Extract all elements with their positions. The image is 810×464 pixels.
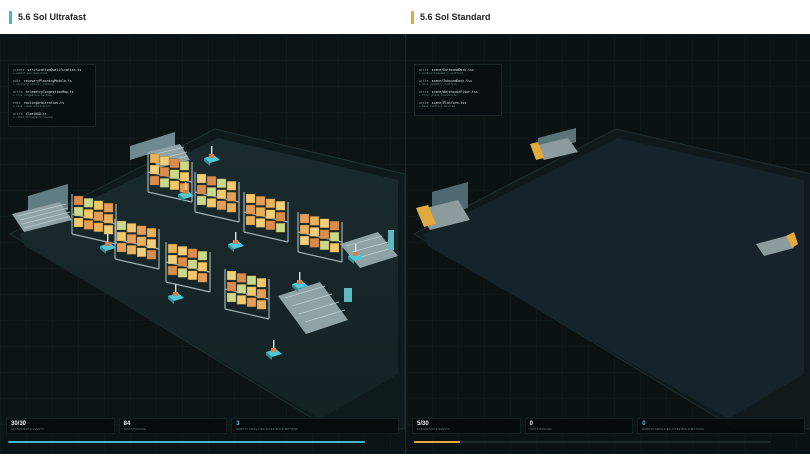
log-note: + dock geometry scaffold bbox=[419, 83, 457, 86]
log-entry: write scene/OutboundDock.tsx + outbound ge… bbox=[419, 68, 497, 75]
stat-tests-passing: 0 TESTS PASSING bbox=[524, 418, 634, 434]
accent-bar bbox=[9, 10, 12, 24]
log-entry: write scene/WarehouseFloor.tsx + floor pla… bbox=[419, 90, 497, 97]
log-note: + base platform mounted bbox=[419, 105, 455, 108]
log-entry: edit recoveryPlanningModule.ts + recovery … bbox=[13, 79, 91, 86]
log-note: + outbound geometry scaffold bbox=[419, 72, 463, 75]
log-entry: create verificationQualification.ts + subm… bbox=[13, 68, 91, 75]
log-note: + live congestion heatmap bbox=[13, 94, 53, 97]
panel-title: 5.6 Sol Ultrafast bbox=[18, 12, 87, 22]
stat-label: TESTS PASSING bbox=[123, 428, 146, 431]
stat-tests-passing: 84 TESTS PASSING bbox=[118, 418, 228, 434]
stat-value: 84 bbox=[123, 421, 131, 427]
log-note: + robot throughput counter bbox=[13, 116, 54, 119]
viewport-standard[interactable]: write scene/OutboundDock.tsx + outbound ge… bbox=[405, 34, 810, 454]
activity-log: write scene/OutboundDock.tsx + outbound ge… bbox=[414, 64, 502, 116]
stat-build-events: 30/30 SYSTEM BUILD EVENTS bbox=[6, 418, 115, 434]
accent-bar bbox=[411, 10, 414, 24]
panel-header-ultrafast: 5.6 Sol Ultrafast bbox=[9, 0, 86, 34]
panel-header-standard: 5.6 Sol Standard bbox=[411, 0, 491, 34]
stat-label: ROBOTS SIMULATED AFTER BUILD MOTIONS bbox=[642, 428, 704, 431]
stat-label: TESTS PASSING bbox=[529, 428, 552, 431]
stat-label: SYSTEM BUILD EVENTS bbox=[417, 428, 450, 431]
stat-label: ROBOTS SIMULATED AFTER BUILD MOTIONS bbox=[236, 428, 298, 431]
stat-value: 30/30 bbox=[11, 421, 27, 427]
activity-log: create verificationQualification.ts + subm… bbox=[8, 64, 96, 127]
stat-robots: 3 ROBOTS SIMULATED AFTER BUILD MOTIONS bbox=[231, 418, 399, 434]
log-note: + submit env qualified bbox=[13, 72, 48, 75]
panel-title: 5.6 Sol Standard bbox=[420, 12, 491, 22]
log-note: + floor plane placeholder bbox=[419, 94, 459, 97]
viewport-ultrafast[interactable]: create verificationQualification.ts + subm… bbox=[0, 34, 405, 454]
log-entry: write scene/Platform.tsx + base platform m… bbox=[419, 101, 497, 108]
stats-bar: 5/30 SYSTEM BUILD EVENTS 0 TESTS PASSING… bbox=[412, 418, 805, 434]
log-entry: write fleetHUD.ts + robot throughput count… bbox=[13, 112, 91, 119]
log-entry: write scene/InboundDock.tsx + dock geometr… bbox=[419, 79, 497, 86]
progress-fill bbox=[8, 441, 365, 443]
progress-bar bbox=[414, 441, 771, 443]
stat-robots: 0 ROBOTS SIMULATED AFTER BUILD MOTIONS bbox=[637, 418, 805, 434]
stat-value: 0 bbox=[529, 421, 533, 427]
log-note: + recovery planner routing bbox=[13, 83, 54, 86]
stat-value: 3 bbox=[236, 421, 240, 427]
stat-label: SYSTEM BUILD EVENTS bbox=[11, 428, 44, 431]
stats-bar: 30/30 SYSTEM BUILD EVENTS 84 TESTS PASSI… bbox=[6, 418, 399, 434]
progress-fill bbox=[414, 441, 461, 443]
stat-build-events: 5/30 SYSTEM BUILD EVENTS bbox=[412, 418, 521, 434]
stat-value: 0 bbox=[642, 421, 646, 427]
log-entry: write telemetryCongestionMap.ts + live con… bbox=[13, 90, 91, 97]
log-entry: edit routingArbitration.ts + lane claim ar… bbox=[13, 101, 91, 108]
log-note: + lane claim arbitration bbox=[13, 105, 51, 108]
progress-bar bbox=[8, 441, 365, 443]
stat-value: 5/30 bbox=[417, 421, 429, 427]
